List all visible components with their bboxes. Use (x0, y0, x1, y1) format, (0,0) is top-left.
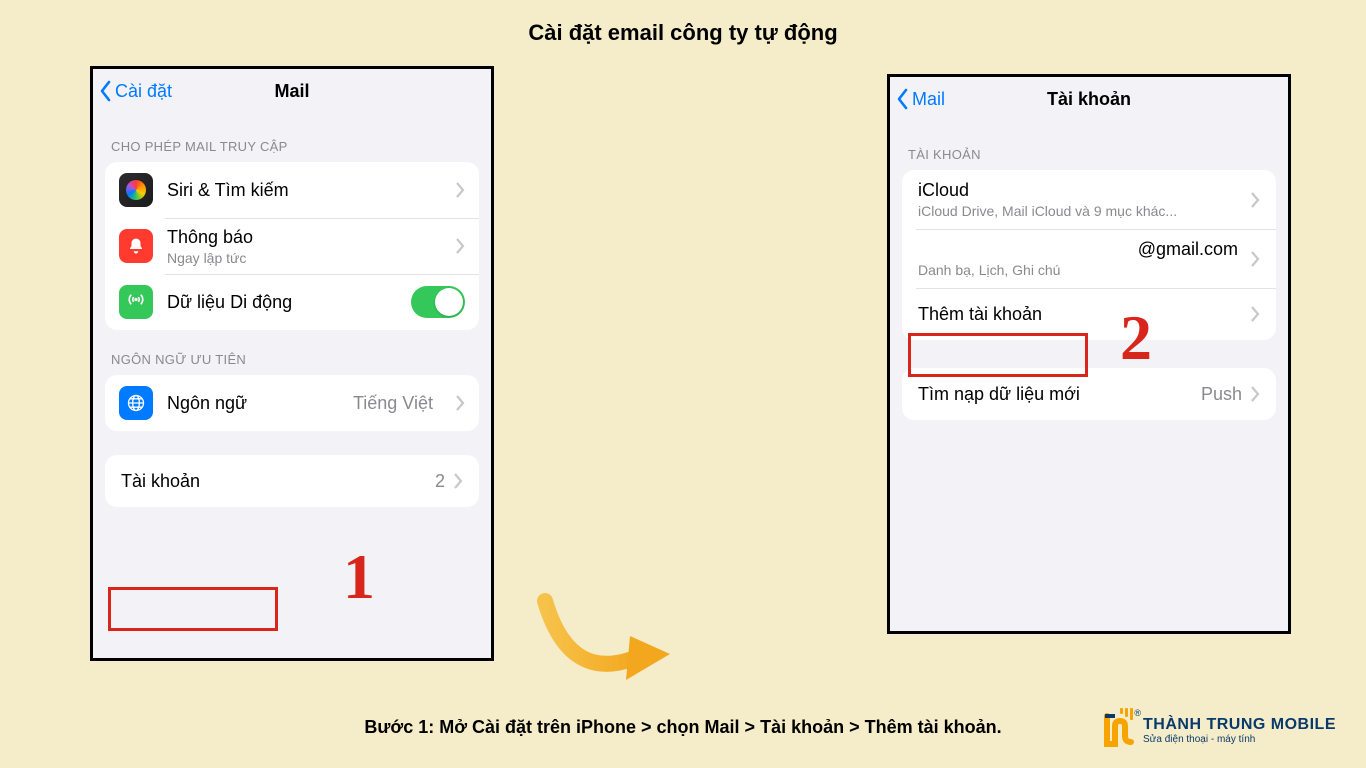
row-label: iCloud (918, 180, 1242, 201)
annotation-number-1: 1 (343, 540, 375, 614)
nav-bar: Cài đặt Mail (93, 69, 491, 113)
row-sublabel: iCloud Drive, Mail iCloud và 9 mục khác.… (918, 203, 1242, 219)
row-gmail[interactable]: @gmail.com Danh bạ, Lịch, Ghi chú (902, 229, 1276, 288)
row-add-account[interactable]: Thêm tài khoản (902, 288, 1276, 340)
row-icloud[interactable]: iCloud iCloud Drive, Mail iCloud và 9 mụ… (902, 170, 1276, 229)
siri-icon (119, 173, 153, 207)
chevron-left-icon (99, 80, 113, 102)
row-label: Siri & Tìm kiếm (167, 180, 433, 201)
row-label: Thêm tài khoản (918, 304, 1042, 325)
chevron-right-icon (455, 238, 465, 254)
highlight-accounts (108, 587, 278, 631)
row-cellular[interactable]: Dữ liệu Di động (105, 274, 479, 330)
row-language[interactable]: Ngôn ngữ Tiếng Việt (105, 375, 479, 431)
row-fetch[interactable]: Tìm nạp dữ liệu mới Push (902, 368, 1276, 420)
row-label: Thông báo Ngay lập tức (167, 227, 433, 266)
section-header-language: NGÔN NGỮ ƯU TIÊN (93, 330, 491, 375)
back-button[interactable]: Mail (890, 88, 945, 110)
section-header-access: CHO PHÉP MAIL TRUY CẬP (93, 113, 491, 162)
brand-mark-icon: ® (1101, 710, 1135, 750)
row-label: Tìm nạp dữ liệu mới (918, 384, 1080, 405)
nav-title: Tài khoản (890, 89, 1288, 110)
chevron-right-icon (1250, 192, 1260, 208)
list-fetch: Tìm nạp dữ liệu mới Push (902, 368, 1276, 420)
chevron-right-icon (1250, 251, 1260, 267)
row-label: Ngôn ngữ (167, 393, 247, 414)
page-title: Cài đặt email công ty tự động (0, 0, 1366, 46)
chevron-left-icon (896, 88, 910, 110)
row-label: Tài khoản (121, 471, 200, 492)
row-label: @gmail.com (918, 239, 1242, 260)
bell-icon (119, 229, 153, 263)
globe-icon (119, 386, 153, 420)
row-accounts[interactable]: Tài khoản 2 (105, 455, 479, 507)
list-accounts: iCloud iCloud Drive, Mail iCloud và 9 mụ… (902, 170, 1276, 340)
list-accounts: Tài khoản 2 (105, 455, 479, 507)
brand-tagline: Sửa điện thoại - máy tính (1143, 734, 1336, 745)
brand-name: THÀNH TRUNG MOBILE (1143, 716, 1336, 734)
chevron-right-icon (1250, 306, 1260, 322)
chevron-right-icon (453, 473, 463, 489)
antenna-icon (119, 285, 153, 319)
row-value: 2 (435, 471, 445, 492)
phone-mail-settings: Cài đặt Mail CHO PHÉP MAIL TRUY CẬP Siri… (90, 66, 494, 661)
row-notifications[interactable]: Thông báo Ngay lập tức (105, 218, 479, 274)
phone-accounts: Mail Tài khoản TÀI KHOẢN iCloud iCloud D… (887, 74, 1291, 634)
list-access: Siri & Tìm kiếm Thông báo Ngay lập tức D… (105, 162, 479, 330)
back-label: Cài đặt (115, 81, 172, 102)
chevron-right-icon (455, 182, 465, 198)
back-button[interactable]: Cài đặt (93, 80, 172, 102)
nav-bar: Mail Tài khoản (890, 77, 1288, 121)
row-value: Tiếng Việt (353, 393, 433, 414)
section-header-accounts: TÀI KHOẢN (890, 121, 1288, 170)
row-value: Push (1201, 384, 1242, 405)
row-label: Dữ liệu Di động (167, 292, 397, 313)
back-label: Mail (912, 89, 945, 110)
chevron-right-icon (1250, 386, 1260, 402)
brand-logo: ® THÀNH TRUNG MOBILE Sửa điện thoại - má… (1101, 710, 1336, 750)
row-sublabel: Danh bạ, Lịch, Ghi chú (918, 262, 1242, 278)
chevron-right-icon (455, 395, 465, 411)
arrow-icon (530, 586, 670, 696)
row-siri[interactable]: Siri & Tìm kiếm (105, 162, 479, 218)
list-language: Ngôn ngữ Tiếng Việt (105, 375, 479, 431)
row-sublabel: Ngay lập tức (167, 250, 433, 266)
cellular-toggle[interactable] (411, 286, 465, 318)
